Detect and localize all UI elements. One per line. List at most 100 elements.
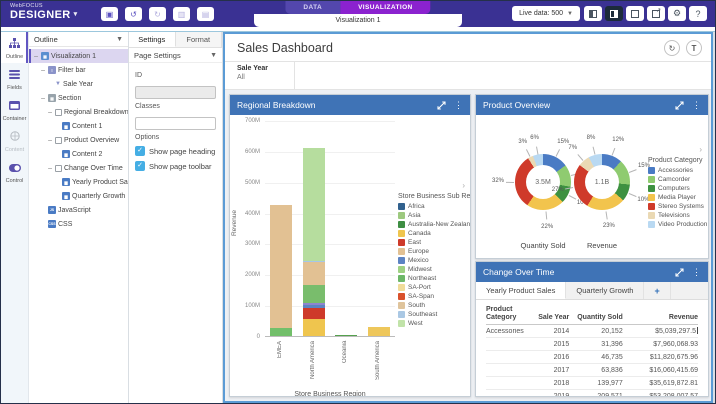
legend-item[interactable]: Australia-New Zealand — [398, 220, 470, 229]
collapse-icon[interactable]: − — [40, 66, 46, 75]
tab-yearly-product-sales[interactable]: Yearly Product Sales — [476, 282, 567, 299]
tab-quarterly-growth[interactable]: Quarterly Growth — [566, 282, 645, 299]
redo-icon[interactable]: ↻ — [149, 7, 166, 21]
bar-segment-africa[interactable] — [270, 327, 293, 336]
tree-item-content-2[interactable]: ▆ Content 2 — [29, 147, 128, 161]
legend-item[interactable]: South — [398, 301, 470, 310]
tree-item-javascript[interactable]: JS JavaScript — [29, 203, 128, 217]
tree-item-yearly-product-sales[interactable]: ▆Yearly Product Sales — [29, 175, 128, 189]
brand-caret-icon[interactable]: ▾ — [74, 11, 78, 18]
checkbox-icon[interactable] — [55, 164, 62, 172]
sidebar-item-fields[interactable]: Fields — [1, 63, 28, 94]
bar-segment-northeast[interactable] — [302, 284, 325, 303]
tree-item-regional-breakdown[interactable]: − Regional Breakdown — [29, 105, 128, 119]
change-over-time-header[interactable]: Change Over Time ⋮ — [476, 262, 708, 282]
insert-chart-icon[interactable]: ▤ — [197, 7, 214, 21]
checkbox-icon[interactable]: ✓ — [135, 146, 145, 156]
tree-item-visualization-1[interactable]: − ▦ Visualization 1 — [29, 49, 128, 63]
sidebar-item-outline[interactable]: Outline — [1, 32, 28, 63]
legend-item[interactable]: West — [398, 319, 470, 328]
sale-year-filter[interactable]: Sale Year All — [225, 62, 295, 89]
live-data-dropdown[interactable]: Live data: 500 ▼ — [512, 6, 580, 21]
bar-segment-west[interactable] — [302, 147, 325, 261]
product-overview-panel[interactable]: Product Overview ⋮ 3.5M15%13%10%22%32%3%… — [475, 94, 709, 259]
kebab-menu-icon[interactable]: ⋮ — [454, 100, 463, 110]
tab-format[interactable]: Format — [175, 32, 222, 47]
legend-item[interactable]: Asia — [398, 211, 470, 220]
tree-item-product-overview[interactable]: − Product Overview — [29, 133, 128, 147]
tree-item-quarterly-growth[interactable]: ▆ Quarterly Growth — [29, 189, 128, 203]
page-container[interactable]: Sales Dashboard ↻ T Sale Year All Region… — [223, 32, 713, 403]
app-logo[interactable]: WebFOCUS DESIGNER ▾ — [10, 3, 78, 21]
table-row[interactable]: Accessories 2014 20,152 $5,039,297.5 — [486, 325, 699, 338]
table-row[interactable]: 2017 63,836 $16,060,415.69 — [486, 364, 698, 377]
legend-item[interactable]: Southeast — [398, 310, 470, 319]
checkbox-icon[interactable]: ✓ — [135, 161, 145, 171]
bar-segment-east[interactable] — [302, 308, 325, 320]
product-overview-header[interactable]: Product Overview ⋮ — [476, 95, 708, 115]
legend-item[interactable]: Midwest — [398, 265, 470, 274]
kebab-menu-icon[interactable]: ⋮ — [692, 100, 701, 110]
bar-segment-sa-port[interactable] — [367, 327, 390, 336]
table-row[interactable]: 2019 209,571 $53,208,007.57 — [486, 390, 698, 397]
collapse-icon[interactable]: − — [47, 136, 53, 145]
table-row[interactable]: 2016 46,735 $11,820,675.96 — [486, 351, 698, 364]
chevron-down-icon[interactable]: ▼ — [116, 36, 123, 43]
settings-gear-icon[interactable]: ⚙ — [668, 6, 686, 21]
delete-icon[interactable]: ▥ — [173, 7, 190, 21]
tab-settings[interactable]: Settings — [129, 32, 176, 47]
change-over-time-panel[interactable]: Change Over Time ⋮ Yearly Product Sales Q… — [475, 261, 709, 397]
table-row[interactable]: 2018 139,977 $35,619,872.81 — [486, 377, 698, 390]
legend-item[interactable]: Televisions — [648, 211, 707, 220]
legend-item[interactable]: Video Production — [648, 220, 707, 229]
legend-item[interactable]: Computers — [648, 184, 707, 193]
chevron-right-icon[interactable]: › — [699, 145, 702, 154]
expand-icon[interactable] — [675, 267, 684, 277]
tab-visualization[interactable]: VISUALIZATION — [340, 1, 431, 14]
regional-breakdown-panel[interactable]: Regional Breakdown ⋮ Revenue 700M 600M 500M… — [229, 94, 471, 397]
legend-item[interactable]: Mexico — [398, 256, 470, 265]
classes-input[interactable] — [135, 117, 216, 130]
legend-item[interactable]: SA-Span — [398, 292, 470, 301]
revenue-donut[interactable]: 1.1B 12% 15% 10% 23% 27% 7% 8% — [543, 123, 661, 241]
legend-item[interactable]: Canada — [398, 229, 470, 238]
help-icon[interactable]: ? — [689, 6, 707, 21]
outline-panel-header[interactable]: Outline ▼ — [29, 32, 128, 47]
undo-icon[interactable]: ↺ — [125, 7, 142, 21]
tab-data[interactable]: DATA — [285, 1, 341, 14]
open-new-window-icon[interactable]: ↗ — [647, 6, 665, 21]
collapse-icon[interactable]: − — [33, 52, 39, 61]
tree-item-filter-bar[interactable]: − ≡ Filter bar — [29, 63, 128, 77]
chevron-right-icon[interactable]: › — [462, 181, 465, 190]
bar-segment-south[interactable] — [302, 262, 325, 285]
page-settings-section[interactable]: Page Settings ▼ — [129, 48, 222, 63]
legend-item[interactable]: Europe — [398, 247, 470, 256]
legend-item[interactable]: Africa — [398, 202, 470, 211]
bar-segment-australia-new-zealand[interactable] — [335, 335, 358, 336]
filter-icon[interactable]: T — [686, 40, 702, 56]
panel-right-icon[interactable] — [605, 6, 623, 21]
bar-emea[interactable] — [270, 204, 293, 336]
collapse-icon[interactable]: − — [40, 94, 46, 103]
bar-south-america[interactable] — [367, 327, 390, 336]
column-header[interactable]: Quantity Sold — [569, 314, 623, 322]
bar-oceania[interactable] — [335, 335, 358, 336]
legend-item[interactable]: Camcorder — [648, 175, 707, 184]
add-tab-button[interactable]: + — [644, 282, 671, 299]
legend-item[interactable]: East — [398, 238, 470, 247]
table-row[interactable]: 2015 31,396 $7,960,068.93 — [486, 338, 698, 351]
tree-item-change-over-time[interactable]: − Change Over Time — [29, 161, 128, 175]
panel-left-icon[interactable] — [584, 6, 602, 21]
checkbox-icon[interactable] — [55, 108, 62, 116]
expand-icon[interactable] — [437, 100, 446, 110]
legend-item[interactable]: SA-Port — [398, 283, 470, 292]
checkbox-icon[interactable] — [55, 136, 62, 144]
refresh-icon[interactable]: ↻ — [664, 40, 680, 56]
kebab-menu-icon[interactable]: ⋮ — [692, 267, 701, 277]
bar-segment-canada[interactable] — [302, 319, 325, 336]
collapse-icon[interactable]: − — [47, 108, 53, 117]
regional-breakdown-header[interactable]: Regional Breakdown ⋮ — [230, 95, 470, 115]
legend-item[interactable]: Northeast — [398, 274, 470, 283]
tree-item-css[interactable]: CSS CSS — [29, 217, 128, 231]
sidebar-item-control[interactable]: Control — [1, 156, 28, 187]
